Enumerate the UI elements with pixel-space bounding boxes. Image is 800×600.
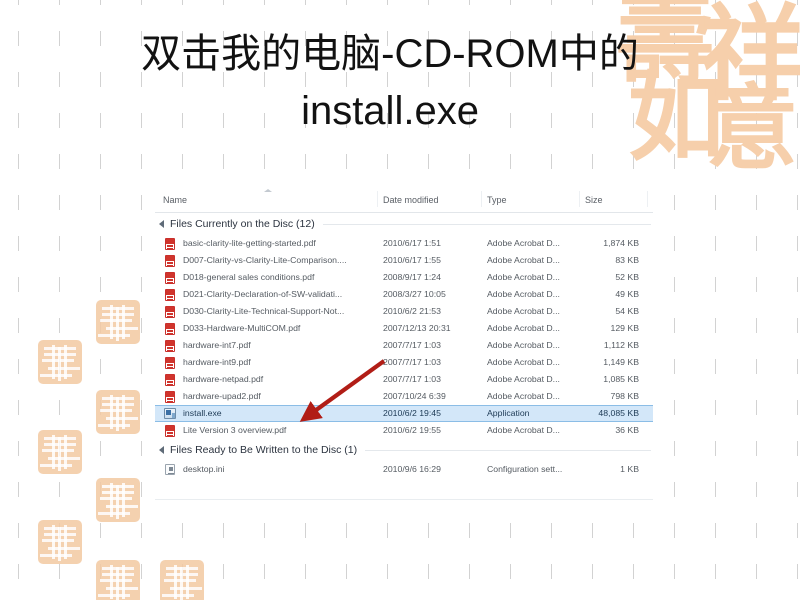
pdf-icon [165, 340, 175, 352]
file-name-cell: basic-clarity-lite-getting-started.pdf [183, 238, 316, 248]
file-name-cell: hardware-upad2.pdf [183, 391, 261, 401]
file-row[interactable]: Lite Version 3 overview.pdf 2010/6/2 19:5… [155, 422, 653, 439]
file-name-cell: D007-Clarity-vs-Clarity-Lite-Comparison.… [183, 255, 347, 265]
pdf-icon [165, 323, 175, 335]
file-size-cell: 54 KB [615, 306, 639, 316]
file-size-cell: 1,149 KB [603, 357, 639, 367]
column-divider-1[interactable] [377, 191, 378, 207]
file-date-cell: 2007/7/17 1:03 [383, 357, 441, 367]
pdf-icon [165, 306, 175, 318]
pdf-icon [165, 357, 175, 369]
pdf-icon [165, 391, 175, 403]
file-row[interactable]: basic-clarity-lite-getting-started.pdf 20… [155, 235, 653, 252]
file-date-cell: 2007/7/17 1:03 [383, 374, 441, 384]
file-row-selected[interactable]: install.exe 2010/6/2 19:45 Application 48,0… [155, 405, 653, 422]
file-row[interactable]: D007-Clarity-vs-Clarity-Lite-Comparison.… [155, 252, 653, 269]
file-name-cell: D021-Clarity-Declaration-of-SW-validati.… [183, 289, 343, 299]
column-divider-3[interactable] [579, 191, 580, 207]
seal-watermark-tile [96, 560, 140, 600]
file-size-cell: 1 KB [620, 464, 639, 474]
file-date-cell: 2010/6/2 21:53 [383, 306, 441, 316]
file-name-cell: Lite Version 3 overview.pdf [183, 425, 287, 435]
panel-bottom-rule [155, 499, 653, 500]
file-date-cell: 2010/6/2 19:55 [383, 425, 441, 435]
file-date-cell: 2007/12/13 20:31 [383, 323, 451, 333]
file-explorer-panel: Name Date modified Type Size Files Curre… [155, 186, 653, 504]
column-divider-2[interactable] [481, 191, 482, 207]
file-group-header[interactable]: Files Currently on the Disc (12) [155, 213, 653, 235]
file-name-cell: D018-general sales conditions.pdf [183, 272, 315, 282]
file-row[interactable]: hardware-upad2.pdf 2007/10/24 6:39 Adobe A… [155, 388, 653, 405]
pdf-icon [165, 238, 175, 250]
seal-watermark-tile [38, 430, 82, 474]
column-header-size[interactable]: Size [585, 195, 603, 205]
column-header-type[interactable]: Type [487, 195, 507, 205]
seal-watermark-tile [160, 560, 204, 600]
seal-watermark-tile [96, 478, 140, 522]
file-date-cell: 2008/3/27 10:05 [383, 289, 446, 299]
group-collapse-caret-icon[interactable] [159, 220, 164, 228]
file-size-cell: 798 KB [610, 391, 640, 401]
file-group-header[interactable]: Files Ready to Be Written to the Disc (1… [155, 439, 653, 461]
file-list-body: Files Currently on the Disc (12) basic-cl… [155, 213, 653, 478]
file-date-cell: 2010/6/17 1:55 [383, 255, 441, 265]
file-size-cell: 83 KB [615, 255, 639, 265]
pdf-icon [165, 374, 175, 386]
pdf-icon [165, 425, 175, 437]
seal-watermark-tile [38, 520, 82, 564]
file-row[interactable]: D021-Clarity-Declaration-of-SW-validati.… [155, 286, 653, 303]
file-name-cell: desktop.ini [183, 464, 225, 474]
file-size-cell: 1,874 KB [603, 238, 639, 248]
slide-title: 双击我的电脑-CD-ROM中的 install.exe [141, 32, 639, 133]
column-divider-4[interactable] [647, 191, 648, 207]
column-header-row: Name Date modified Type Size [155, 186, 653, 213]
file-size-cell: 1,112 KB [603, 340, 639, 350]
file-size-cell: 52 KB [615, 272, 639, 282]
config-file-icon [165, 464, 175, 475]
file-size-cell: 1,085 KB [603, 374, 639, 384]
file-row[interactable]: D033-Hardware-MultiCOM.pdf 2007/12/13 20:… [155, 320, 653, 337]
slide-canvas: 壽 祥 如 意 双击我的电脑-CD-ROM中的 install.exe Name… [0, 0, 800, 600]
file-date-cell: 2010/6/2 19:45 [383, 408, 441, 418]
file-date-cell: 2010/9/6 16:29 [383, 464, 441, 474]
file-row[interactable]: desktop.ini 2010/9/6 16:29 Configuration s… [155, 461, 653, 478]
file-size-cell: 36 KB [615, 425, 639, 435]
file-row[interactable]: hardware-netpad.pdf 2007/7/17 1:03 Adobe A… [155, 371, 653, 388]
file-date-cell: 2010/6/17 1:51 [383, 238, 441, 248]
file-row[interactable]: D030-Clarity-Lite-Technical-Support-Not.… [155, 303, 653, 320]
file-size-cell: 129 KB [610, 323, 640, 333]
file-name-cell: hardware-int7.pdf [183, 340, 251, 350]
file-name-cell: install.exe [183, 408, 222, 418]
file-row[interactable]: hardware-int7.pdf 2007/7/17 1:03 Adobe Acr… [155, 337, 653, 354]
file-size-cell: 48,085 KB [598, 408, 639, 418]
pdf-icon [165, 272, 175, 284]
sort-ascending-icon [264, 189, 272, 192]
file-date-cell: 2007/10/24 6:39 [383, 391, 446, 401]
grid-line [18, 0, 19, 600]
pdf-icon [165, 255, 175, 267]
column-header-name[interactable]: Name [163, 195, 187, 205]
seal-watermark-tile [96, 300, 140, 344]
column-header-date-modified[interactable]: Date modified [383, 195, 439, 205]
file-name-cell: hardware-int9.pdf [183, 357, 251, 367]
file-name-cell: hardware-netpad.pdf [183, 374, 264, 384]
file-date-cell: 2007/7/17 1:03 [383, 340, 441, 350]
file-name-cell: D030-Clarity-Lite-Technical-Support-Not.… [183, 306, 345, 316]
seal-watermark-tile [38, 340, 82, 384]
file-name-cell: D033-Hardware-MultiCOM.pdf [183, 323, 301, 333]
application-icon [164, 408, 176, 419]
group-header-rule [365, 449, 651, 451]
file-group-label: Files Currently on the Disc (12) [170, 218, 315, 230]
pdf-icon [165, 289, 175, 301]
file-row[interactable]: hardware-int9.pdf 2007/7/17 1:03 Adobe Acr… [155, 354, 653, 371]
file-size-cell: 49 KB [615, 289, 639, 299]
file-date-cell: 2008/9/17 1:24 [383, 272, 441, 282]
group-header-rule [322, 223, 651, 225]
group-collapse-caret-icon[interactable] [159, 446, 164, 454]
file-group-label: Files Ready to Be Written to the Disc (1… [170, 444, 358, 456]
file-row[interactable]: D018-general sales conditions.pdf 2008/9/… [155, 269, 653, 286]
seal-watermark-tile [96, 390, 140, 434]
